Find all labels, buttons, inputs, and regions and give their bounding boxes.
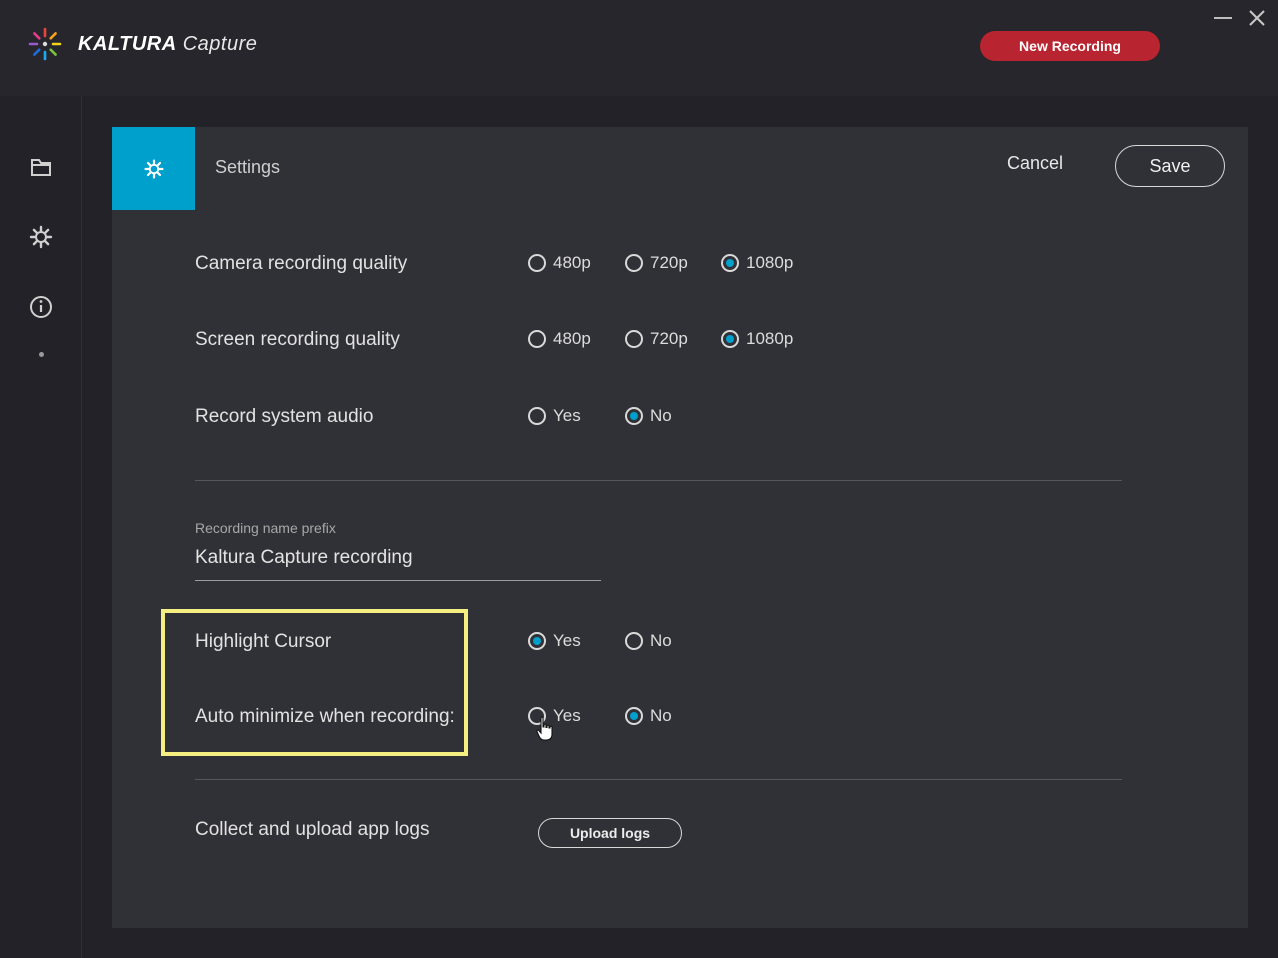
auto-minimize-no[interactable]: No: [625, 706, 672, 726]
gear-icon: [143, 158, 164, 179]
settings-tab[interactable]: [112, 127, 195, 210]
radio-icon: [625, 632, 643, 650]
divider: [195, 779, 1122, 780]
close-icon[interactable]: [1248, 9, 1266, 27]
highlight-cursor-no[interactable]: No: [625, 631, 672, 651]
radio-icon: [528, 254, 546, 272]
screen-quality-480p[interactable]: 480p: [528, 329, 591, 349]
radio-icon: [625, 254, 643, 272]
save-button[interactable]: Save: [1115, 145, 1225, 187]
radio-label: No: [650, 406, 672, 425]
screen-quality-1080p[interactable]: 1080p: [721, 329, 793, 349]
title-bar: KALTURA Capture New Recording: [0, 0, 1278, 96]
kaltura-logo-icon: [28, 27, 62, 61]
radio-selected-icon: [528, 632, 546, 650]
camera-quality-1080p[interactable]: 1080p: [721, 253, 793, 273]
radio-icon: [625, 330, 643, 348]
settings-panel: Settings Cancel Save Camera recording qu…: [112, 127, 1248, 928]
radio-icon: [528, 407, 546, 425]
brand-name: KALTURA: [78, 33, 177, 55]
screen-quality-label: Screen recording quality: [195, 329, 400, 350]
radio-label: Yes: [553, 631, 581, 650]
auto-minimize-label: Auto minimize when recording:: [195, 706, 455, 727]
active-indicator: [39, 352, 44, 357]
radio-label: 480p: [553, 253, 591, 272]
divider: [195, 480, 1122, 481]
radio-icon: [528, 330, 546, 348]
folder-icon[interactable]: [28, 154, 54, 180]
radio-label: 480p: [553, 329, 591, 348]
radio-selected-icon: [721, 330, 739, 348]
cancel-button[interactable]: Cancel: [1007, 153, 1063, 174]
camera-quality-480p[interactable]: 480p: [528, 253, 591, 273]
camera-quality-720p[interactable]: 720p: [625, 253, 688, 273]
system-audio-yes[interactable]: Yes: [528, 406, 581, 426]
new-recording-button[interactable]: New Recording: [980, 31, 1160, 61]
minimize-icon[interactable]: [1214, 17, 1232, 19]
radio-label: No: [650, 706, 672, 725]
radio-label: No: [650, 631, 672, 650]
system-audio-no[interactable]: No: [625, 406, 672, 426]
system-audio-label: Record system audio: [195, 406, 374, 427]
radio-selected-icon: [625, 707, 643, 725]
radio-label: 720p: [650, 253, 688, 272]
radio-label: Yes: [553, 406, 581, 425]
radio-label: 720p: [650, 329, 688, 348]
radio-selected-icon: [721, 254, 739, 272]
page-title: Settings: [215, 157, 281, 177]
hand-cursor-icon: [536, 716, 553, 741]
highlight-cursor-label: Highlight Cursor: [195, 631, 332, 652]
radio-label: Yes: [553, 706, 581, 725]
highlight-cursor-yes[interactable]: Yes: [528, 631, 581, 651]
name-prefix-label: Recording name prefix: [195, 520, 336, 536]
screen-quality-720p[interactable]: 720p: [625, 329, 688, 349]
radio-label: 1080p: [746, 329, 794, 348]
info-icon[interactable]: [28, 294, 54, 320]
gear-icon[interactable]: [28, 224, 54, 250]
radio-selected-icon: [625, 407, 643, 425]
logs-label: Collect and upload app logs: [195, 819, 430, 840]
app-brand: KALTURA Capture: [78, 33, 257, 56]
name-prefix-input[interactable]: Kaltura Capture recording: [195, 547, 601, 581]
upload-logs-button[interactable]: Upload logs: [538, 818, 682, 848]
brand-product: Capture: [182, 33, 258, 55]
radio-label: 1080p: [746, 253, 794, 272]
camera-quality-label: Camera recording quality: [195, 253, 408, 274]
sidebar: [0, 96, 82, 958]
